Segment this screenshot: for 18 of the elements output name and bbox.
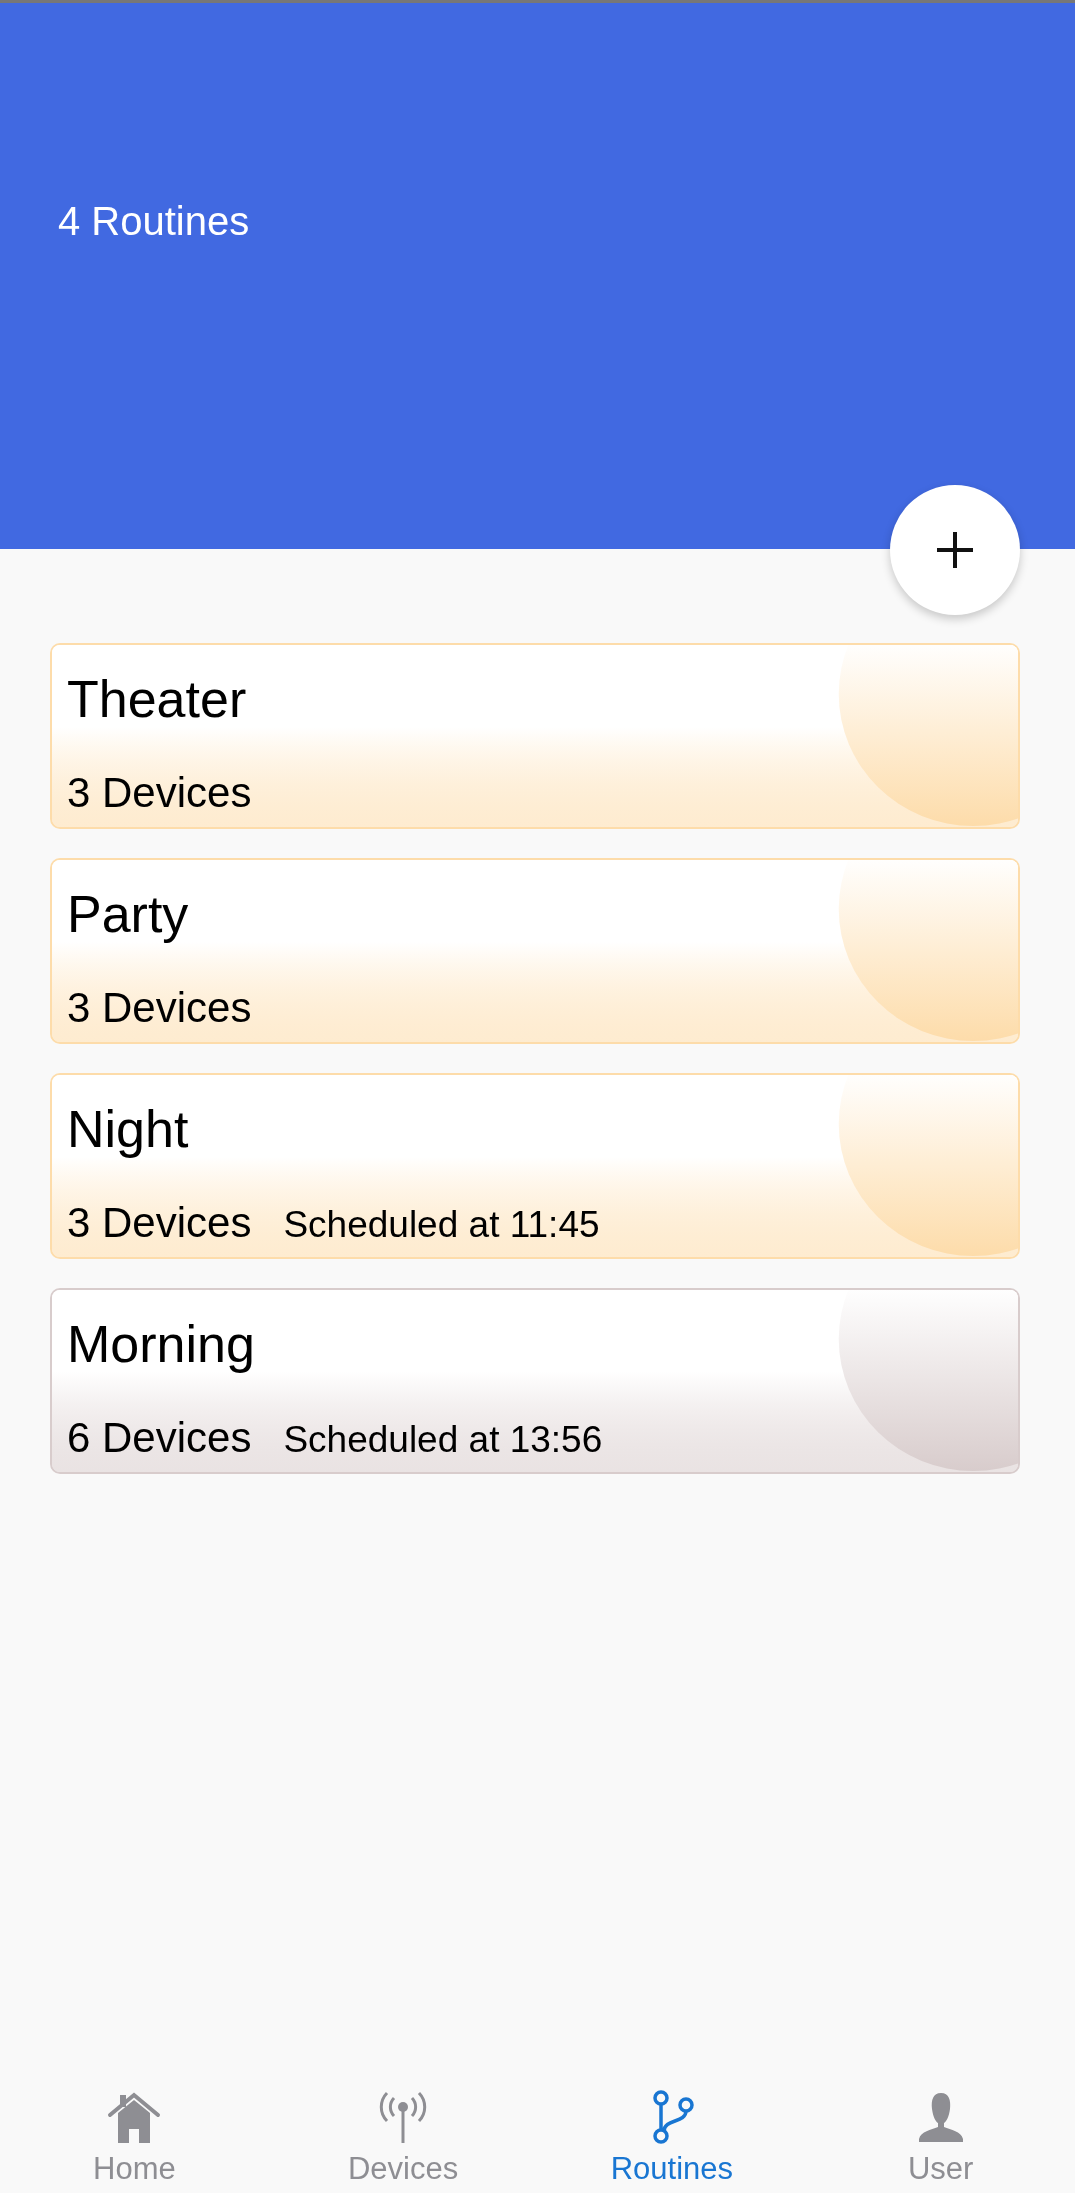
add-button[interactable]: [890, 485, 1020, 615]
routine-name: Morning: [67, 1314, 255, 1374]
routine-name: Night: [67, 1099, 189, 1159]
device-count: 6 Devices: [67, 1414, 252, 1462]
routine-card[interactable]: Theater 3 Devices: [50, 643, 1020, 829]
routine-card[interactable]: Night 3 Devices Scheduled at 11:45: [50, 1073, 1020, 1259]
routine-card[interactable]: Party 3 Devices: [50, 858, 1020, 1044]
header-title: 4 Routines: [58, 199, 250, 244]
routine-name: Party: [67, 884, 189, 944]
schedule-time: Scheduled at 11:45: [283, 1204, 600, 1246]
device-count: 3 Devices: [67, 769, 252, 817]
routine-card[interactable]: Morning 6 Devices Scheduled at 13:56: [50, 1288, 1020, 1474]
device-count: 3 Devices: [67, 984, 252, 1032]
schedule-time: Scheduled at 13:56: [283, 1419, 603, 1461]
nav-tab[interactable]: Routines: [537, 2043, 807, 2193]
device-count: 3 Devices: [67, 1199, 252, 1247]
plus-icon: [935, 530, 975, 570]
routine-name: Theater: [67, 669, 247, 729]
